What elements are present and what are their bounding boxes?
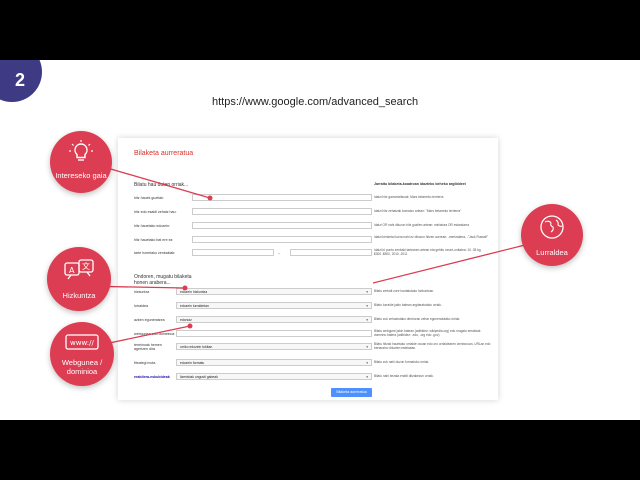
- file-type-select-value: edozein formatu: [180, 361, 205, 365]
- section-heading-1: Bilatu hau duten orriak...: [134, 182, 189, 188]
- chevron-down-icon: ▾: [366, 290, 368, 294]
- terms-appear-select-value: orriko edozein tokitan: [180, 345, 213, 349]
- interest-label: Intereseko gaia: [55, 171, 107, 180]
- advanced-search-screenshot: Bilaketa aurreratua Bilatu hau duten orr…: [118, 138, 498, 400]
- language-bubble: A 文 Hizkuntza: [47, 247, 111, 311]
- file-type-select[interactable]: edozein formatu ▾: [176, 359, 372, 366]
- label-all-words: hitz hauek guztiak:: [134, 196, 164, 200]
- label-region: lurraldea: [134, 304, 148, 308]
- label-exact-phrase: hitz edo esaldi zehatz hau:: [134, 210, 177, 214]
- hint-none-words: Idatzi kenketa ikurra nahi ez dituzun hi…: [374, 235, 489, 239]
- interest-bubble: Intereseko gaia: [50, 131, 112, 193]
- chevron-down-icon: ▾: [366, 304, 368, 308]
- hint-any-words: Idatzi OR nahi dituzun hitz guztien arte…: [374, 223, 469, 227]
- label-site-domain: webgunea edo domeinua: [134, 332, 175, 336]
- lightbulb-icon: [69, 140, 93, 161]
- svg-text:A: A: [69, 266, 75, 275]
- hint-region: Bilatu lurralde jakin batean argitaratut…: [374, 303, 442, 307]
- website-label: Webgunea / dominioa: [61, 358, 103, 376]
- region-label: Lurraldea: [536, 248, 568, 257]
- region-select[interactable]: edozein lurraldetan ▾: [176, 302, 372, 309]
- section-hint-1: Jarraitu bilaketa-koadroan idazteko behe…: [374, 182, 466, 186]
- language-label: Hizkuntza: [62, 291, 96, 300]
- hint-number-range: Idatzi bi puntu zenbaki tartearen artean…: [374, 248, 482, 257]
- last-update-select-value: edonoiz: [180, 318, 192, 322]
- hint-site-domain: Bilatu webgune jakin batean (adibidez: w…: [374, 329, 481, 338]
- label-file-type: fitxategi mota: [134, 361, 156, 365]
- label-number-range: tarte honetako zenbakiak:: [134, 251, 176, 255]
- region-select-value: edozein lurraldetan: [180, 304, 209, 308]
- chevron-down-icon: ▾: [366, 345, 368, 349]
- website-bubble: www:// Webgunea / dominioa: [50, 322, 114, 386]
- hint-terms-appear: Bilatu hitzak hauetako orrialde osoan ed…: [374, 342, 491, 351]
- usage-rights-select[interactable]: lizentziak ongusti gabeak ▾: [176, 373, 372, 380]
- label-language: hizkuntza: [134, 290, 150, 294]
- form-title: Bilaketa aurreratua: [134, 150, 194, 157]
- range-to-input[interactable]: [290, 249, 372, 256]
- hint-file-type: Bilatu zuk nahi duzun formatuko orriak.: [374, 360, 430, 364]
- label-any-words: hitz hauetako edozein:: [134, 224, 170, 228]
- usage-rights-link[interactable]: erabilera-eskubideak: [134, 375, 170, 379]
- site-domain-input[interactable]: [176, 330, 372, 337]
- globe-icon: [540, 215, 564, 239]
- all-words-input[interactable]: [192, 194, 372, 201]
- range-from-input[interactable]: [192, 249, 274, 256]
- range-dash: –: [278, 250, 281, 255]
- svg-text:www://: www://: [70, 339, 95, 347]
- hint-usage-rights: Bilatu nahi bezala erabil ditzakezun orr…: [374, 374, 434, 378]
- chevron-down-icon: ▾: [366, 361, 368, 365]
- any-words-input[interactable]: [192, 222, 372, 229]
- step-number: 2: [14, 70, 25, 90]
- region-bubble: Lurraldea: [521, 204, 583, 266]
- language-select-value: edozein hizkuntza: [180, 290, 208, 294]
- hint-exact-phrase: Idatzi hitz zehatzak komatxo artean: "Ma…: [374, 209, 462, 213]
- hint-last-update: Bilatu zuk zehaztutako denboran zehar eg…: [374, 317, 461, 321]
- section-heading-2: Ondoren, mugatu bilaketa honen arabera..…: [134, 274, 192, 286]
- terms-appear-select[interactable]: orriko edozein tokitan ▾: [176, 343, 372, 350]
- none-words-input[interactable]: [192, 236, 372, 243]
- slide: 2 https://www.google.com/advanced_search…: [0, 60, 640, 420]
- last-update-select[interactable]: edonoiz ▾: [176, 316, 372, 323]
- svg-text:文: 文: [82, 261, 90, 271]
- language-select[interactable]: edozein hizkuntza ▾: [176, 288, 372, 295]
- hint-all-words: Idatzi hitz garrantzitsuak: Mars belarre…: [374, 195, 444, 199]
- label-terms-appear: terminoak hemen agertzen dira: [134, 343, 162, 352]
- label-none-words: hitz hauetako bat ere ez:: [134, 238, 174, 242]
- chevron-down-icon: ▾: [366, 375, 368, 379]
- exact-phrase-input[interactable]: [192, 208, 372, 215]
- browser-icon: www://: [65, 334, 99, 350]
- advanced-search-button[interactable]: Bilaketa aurreratua: [331, 388, 372, 397]
- url-text[interactable]: https://www.google.com/advanced_search: [212, 96, 427, 108]
- hint-language: Bilatu zerbait zure hautatutako hizkuntz…: [374, 289, 435, 293]
- usage-rights-select-value: lizentziak ongusti gabeak: [180, 375, 218, 379]
- label-last-update: azken eguneratzea: [134, 318, 165, 322]
- translate-icon: A 文: [64, 259, 94, 280]
- chevron-down-icon: ▾: [366, 318, 368, 322]
